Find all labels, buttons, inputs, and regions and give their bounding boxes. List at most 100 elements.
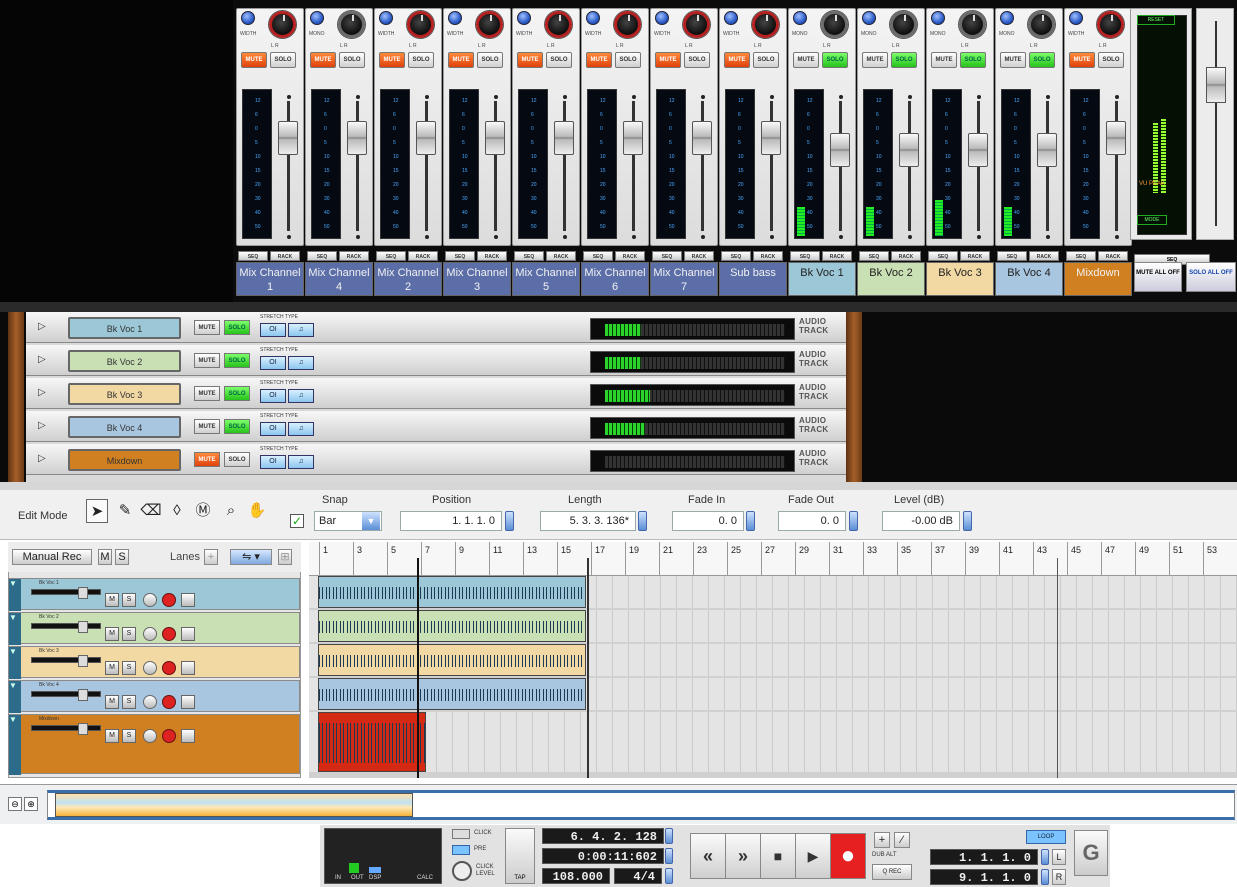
signature-display[interactable]: 4/4: [614, 868, 662, 884]
track-name[interactable]: Bk Voc 2: [68, 350, 181, 372]
length-field[interactable]: 5. 3. 3. 136*: [540, 511, 636, 531]
mute-button[interactable]: MUTE: [379, 52, 405, 68]
rack-solo-button[interactable]: SOLO: [224, 320, 250, 335]
seq-button[interactable]: SEQ: [721, 251, 751, 261]
play-triangle-icon[interactable]: ▷: [38, 453, 46, 464]
lane-volume-fader[interactable]: [31, 723, 101, 735]
q-rec-button[interactable]: Q REC: [872, 864, 912, 880]
master-fader-knob[interactable]: [1206, 67, 1226, 103]
seq-button[interactable]: SEQ: [1066, 251, 1096, 261]
track-lane[interactable]: ▼ Bk Voc 2 MS: [8, 612, 300, 645]
lane-volume-fader[interactable]: [31, 587, 101, 599]
stretch-type-off-button[interactable]: OI: [260, 422, 286, 436]
width-knob[interactable]: [241, 11, 255, 25]
mute-button[interactable]: MUTE: [241, 52, 267, 68]
solo-button[interactable]: SOLO: [270, 52, 296, 68]
lane-grid-row[interactable]: [309, 712, 1237, 772]
click-level-knob[interactable]: [452, 861, 472, 881]
lane-solo-button[interactable]: S: [122, 593, 136, 607]
channel-fader-knob[interactable]: [1106, 121, 1126, 155]
pencil-tool-icon[interactable]: ✎: [114, 499, 136, 523]
mute-button[interactable]: MUTE: [448, 52, 474, 68]
mute-button[interactable]: MUTE: [1069, 52, 1095, 68]
position-spin[interactable]: [665, 828, 673, 844]
solo-button[interactable]: SOLO: [546, 52, 572, 68]
track-lane[interactable]: ▼ Mixdown M S: [8, 714, 300, 775]
lane-volume-fader[interactable]: [31, 621, 101, 633]
width-knob[interactable]: [1000, 11, 1014, 25]
click-toggle[interactable]: [452, 829, 470, 839]
eraser-tool-icon[interactable]: ⌫: [140, 499, 162, 523]
width-knob[interactable]: [1069, 11, 1083, 25]
lane-mute-button[interactable]: M: [105, 729, 119, 743]
collapse-triangle-icon[interactable]: ▼: [9, 613, 21, 645]
monitor-icon[interactable]: [143, 695, 157, 709]
channel-fader-knob[interactable]: [485, 121, 505, 155]
rack-button[interactable]: RACK: [1098, 251, 1128, 261]
channel-name-label[interactable]: Mix Channel 2: [374, 262, 442, 296]
rack-button[interactable]: RACK: [960, 251, 990, 261]
pan-knob[interactable]: [959, 11, 986, 38]
channel-name-label[interactable]: Mix Channel 3: [443, 262, 511, 296]
channel-name-label[interactable]: Mix Channel 7: [650, 262, 718, 296]
stop-button[interactable]: ■: [760, 833, 796, 879]
width-knob[interactable]: [517, 11, 531, 25]
hand-tool-icon[interactable]: ✋: [246, 499, 268, 523]
tempo-display[interactable]: 108.000: [542, 868, 610, 884]
add-lane-button[interactable]: +: [204, 549, 218, 565]
speaker-icon[interactable]: [181, 593, 195, 607]
mute-button[interactable]: MUTE: [586, 52, 612, 68]
time-spin[interactable]: [665, 848, 673, 864]
track-lane[interactable]: ▼ Bk Voc 1 MS: [8, 578, 300, 611]
stretch-type-music-icon[interactable]: ♫: [288, 356, 314, 370]
solo-button[interactable]: SOLO: [339, 52, 365, 68]
rack-button[interactable]: RACK: [270, 251, 300, 261]
left-locator-display[interactable]: 1. 1. 1. 0: [930, 849, 1038, 865]
collapse-triangle-icon[interactable]: ▼: [9, 647, 21, 679]
width-knob[interactable]: [724, 11, 738, 25]
time-display[interactable]: 0:00:11:602: [542, 848, 664, 864]
channel-fader-knob[interactable]: [416, 121, 436, 155]
length-spinner[interactable]: [638, 511, 647, 531]
rack-solo-button[interactable]: SOLO: [224, 419, 250, 434]
channel-name-label[interactable]: Mix Channel 6: [581, 262, 649, 296]
rack-button[interactable]: RACK: [546, 251, 576, 261]
solo-button[interactable]: SOLO: [684, 52, 710, 68]
width-knob[interactable]: [931, 11, 945, 25]
track-lane[interactable]: ▼ Bk Voc 3 MS: [8, 646, 300, 679]
rack-button[interactable]: RACK: [408, 251, 438, 261]
rack-button[interactable]: RACK: [615, 251, 645, 261]
monitor-icon[interactable]: [143, 729, 157, 743]
position-field[interactable]: 1. 1. 1. 0: [400, 511, 502, 531]
solo-button[interactable]: SOLO: [1029, 52, 1055, 68]
channel-fader-knob[interactable]: [278, 121, 298, 155]
channel-name-label[interactable]: Mix Channel 1: [236, 262, 304, 296]
rewind-button[interactable]: «: [690, 833, 726, 879]
rack-button[interactable]: RACK: [822, 251, 852, 261]
seq-button[interactable]: SEQ: [790, 251, 820, 261]
master-fader[interactable]: [1196, 8, 1234, 240]
rack-solo-button[interactable]: SOLO: [224, 452, 250, 467]
channel-fader-knob[interactable]: [968, 133, 988, 167]
mute-tool-icon[interactable]: Ⓜ: [192, 499, 214, 523]
channel-name-label[interactable]: Sub bass: [719, 262, 787, 296]
header-solo-button[interactable]: S: [115, 549, 129, 565]
clip-grid[interactable]: [309, 576, 1237, 778]
seq-button[interactable]: SEQ: [514, 251, 544, 261]
mute-button[interactable]: MUTE: [655, 52, 681, 68]
lane-solo-button[interactable]: S: [122, 661, 136, 675]
mute-button[interactable]: MUTE: [1000, 52, 1026, 68]
stretch-type-music-icon[interactable]: ♫: [288, 389, 314, 403]
pan-knob[interactable]: [821, 11, 848, 38]
pan-knob[interactable]: [338, 11, 365, 38]
loop-button[interactable]: LOOP: [1026, 830, 1066, 844]
mute-all-off-button[interactable]: MUTE ALL OFF: [1134, 262, 1182, 292]
magnify-tool-icon[interactable]: ⌕: [220, 499, 242, 523]
speaker-icon[interactable]: [181, 661, 195, 675]
lane-solo-button[interactable]: S: [122, 695, 136, 709]
fast-forward-button[interactable]: »: [725, 833, 761, 879]
pan-knob[interactable]: [614, 11, 641, 38]
alt-edit-button[interactable]: ⁄: [894, 832, 910, 848]
manual-rec-button[interactable]: Manual Rec: [12, 549, 92, 565]
width-knob[interactable]: [655, 11, 669, 25]
